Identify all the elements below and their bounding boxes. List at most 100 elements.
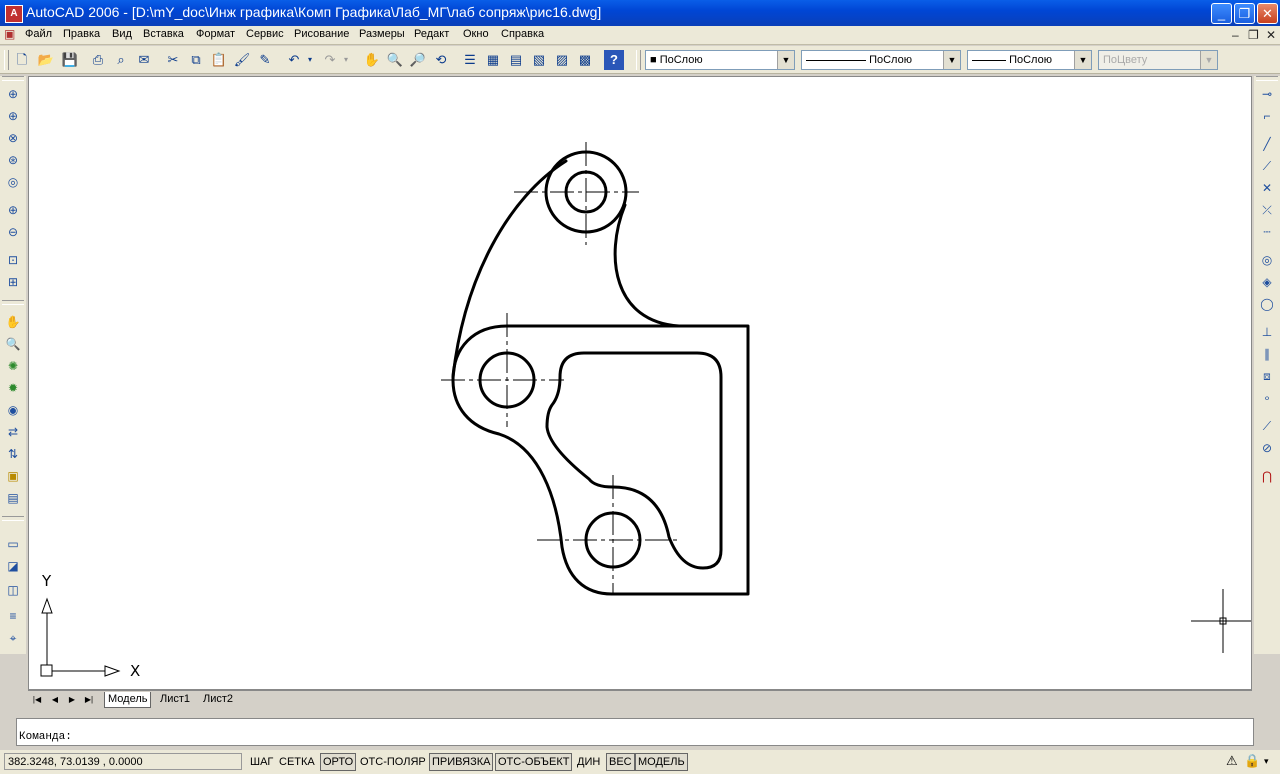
toolbar-grip[interactable]: [2, 300, 24, 305]
toolbar-grip[interactable]: [2, 76, 24, 81]
ortho-toggle[interactable]: ОРТО: [320, 753, 357, 771]
calculator-icon[interactable]: ▩: [575, 50, 595, 70]
snap-endpoint-icon[interactable]: ╱: [1257, 134, 1277, 154]
snap-perpendicular-icon[interactable]: ⊥: [1257, 322, 1277, 342]
snap-none-icon[interactable]: ⊘: [1257, 438, 1277, 458]
temp-track-point-icon[interactable]: ⊸: [1257, 84, 1277, 104]
snap-extension-icon[interactable]: ┄: [1257, 222, 1277, 242]
redo-dropdown-icon[interactable]: ▾: [341, 50, 351, 70]
3d-orbit-icon[interactable]: ✺: [3, 356, 23, 376]
cut-icon[interactable]: ✂: [163, 50, 183, 70]
chevron-down-icon[interactable]: ▼: [1074, 51, 1091, 69]
toolbar-grip[interactable]: [636, 50, 641, 70]
viewport-icon[interactable]: ▤: [3, 488, 23, 508]
open-icon[interactable]: 📂: [36, 50, 56, 70]
locate-point-icon[interactable]: ⌖: [3, 628, 23, 648]
zoom-realtime-icon[interactable]: 🔍: [3, 334, 23, 354]
status-menu-icon[interactable]: ▾: [1264, 756, 1269, 767]
menu-file[interactable]: Файл: [25, 28, 52, 40]
menu-edit[interactable]: Правка: [63, 28, 100, 40]
menu-dimension[interactable]: Размеры: [359, 28, 405, 40]
color-combo[interactable]: ■ ПоСлою ▼: [645, 50, 795, 70]
area-icon[interactable]: ◪: [3, 556, 23, 576]
redo-icon[interactable]: ↷: [320, 50, 340, 70]
toolbar-grip[interactable]: [4, 50, 9, 70]
tab-layout1[interactable]: Лист1: [157, 692, 193, 707]
zoom-window-icon[interactable]: 🔎: [408, 50, 428, 70]
chevron-down-icon[interactable]: ▼: [943, 51, 960, 69]
snap-from-icon[interactable]: ⌐: [1257, 106, 1277, 126]
tool-palettes-icon[interactable]: ▤: [506, 50, 526, 70]
last-tab-icon[interactable]: ▶|: [82, 693, 96, 706]
toolbar-grip[interactable]: [2, 516, 24, 521]
close-button[interactable]: ✕: [1257, 3, 1278, 24]
zoom-object-icon[interactable]: ◎: [3, 172, 23, 192]
doc-minimize-icon[interactable]: –: [1232, 28, 1239, 42]
snap-midpoint-icon[interactable]: ⟋: [1257, 156, 1277, 176]
undo-icon[interactable]: ↶: [284, 50, 304, 70]
toolbar-grip[interactable]: [1256, 76, 1278, 81]
properties-icon[interactable]: ☰: [460, 50, 480, 70]
undo-dropdown-icon[interactable]: ▾: [305, 50, 315, 70]
menu-insert[interactable]: Вставка: [143, 28, 184, 40]
named-views-icon[interactable]: ▣: [3, 466, 23, 486]
camera-icon[interactable]: ◉: [3, 400, 23, 420]
save-icon[interactable]: 💾: [60, 50, 80, 70]
zoom-scale-icon[interactable]: ⊗: [3, 128, 23, 148]
chevron-down-icon[interactable]: ▼: [777, 51, 794, 69]
snap-apparent-intersection-icon[interactable]: ⤫: [1257, 200, 1277, 220]
paste-icon[interactable]: 📋: [209, 50, 229, 70]
zoom-in-icon[interactable]: ⊕: [3, 200, 23, 220]
menu-view[interactable]: Вид: [112, 28, 132, 40]
next-tab-icon[interactable]: ▶: [65, 693, 79, 706]
minimize-button[interactable]: _: [1211, 3, 1232, 24]
tab-layout2[interactable]: Лист2: [200, 692, 236, 707]
autocad-app-icon[interactable]: A: [5, 5, 23, 23]
zoom-out-icon[interactable]: ⊖: [3, 222, 23, 242]
snap-toggle[interactable]: ШАГ: [247, 753, 276, 771]
view-adjust-icon[interactable]: ⇅: [3, 444, 23, 464]
snap-intersection-icon[interactable]: ✕: [1257, 178, 1277, 198]
osnap-toggle[interactable]: ПРИВЯЗКА: [429, 753, 494, 771]
menu-help[interactable]: Справка: [501, 28, 544, 40]
tab-model[interactable]: Модель: [104, 692, 152, 708]
zoom-extents-icon[interactable]: ⊞: [3, 272, 23, 292]
doc-restore-icon[interactable]: ❐: [1248, 28, 1259, 42]
drawing-canvas[interactable]: [29, 77, 1253, 691]
zoom-all-icon[interactable]: ⊡: [3, 250, 23, 270]
zoom-dynamic-icon[interactable]: ⊕: [3, 106, 23, 126]
zoom-previous-icon[interactable]: ⟲: [431, 50, 451, 70]
pan-realtime-icon[interactable]: ✋: [3, 312, 23, 332]
snap-node-icon[interactable]: ∘: [1257, 388, 1277, 408]
list-icon[interactable]: ≡: [3, 606, 23, 626]
menu-tools[interactable]: Сервис: [246, 28, 284, 40]
linetype-combo[interactable]: ПоСлою ▼: [801, 50, 961, 70]
menu-modify[interactable]: Редакт: [414, 28, 449, 40]
lineweight-combo[interactable]: ПоСлою ▼: [967, 50, 1092, 70]
plot-icon[interactable]: ⎙: [88, 50, 108, 70]
prev-tab-icon[interactable]: ◀: [48, 693, 62, 706]
model-toggle[interactable]: МОДЕЛЬ: [635, 753, 688, 771]
sheet-set-icon[interactable]: ▧: [529, 50, 549, 70]
new-icon[interactable]: 🗋: [12, 50, 32, 70]
lwt-toggle[interactable]: ВЕС: [606, 753, 635, 771]
pan-icon[interactable]: ✋: [362, 50, 382, 70]
plot-preview-icon[interactable]: ⌕: [111, 50, 131, 70]
otrack-toggle[interactable]: ОТС-ОБЪЕКТ: [495, 753, 573, 771]
block-editor-icon[interactable]: ✎: [255, 50, 275, 70]
menu-draw[interactable]: Рисование: [294, 28, 349, 40]
snap-tangent-icon[interactable]: ◯: [1257, 294, 1277, 314]
coordinates-display[interactable]: 382.3248, 73.0139 , 0.0000: [4, 753, 242, 770]
markup-icon[interactable]: ▨: [552, 50, 572, 70]
mass-properties-icon[interactable]: ◫: [3, 580, 23, 600]
grid-toggle[interactable]: СЕТКА: [276, 753, 318, 771]
document-icon[interactable]: ▣: [4, 27, 15, 41]
zoom-realtime-icon[interactable]: 🔍: [385, 50, 405, 70]
dyn-toggle[interactable]: ДИН: [574, 753, 603, 771]
snap-parallel-icon[interactable]: ∥: [1257, 344, 1277, 364]
publish-icon[interactable]: ✉: [134, 50, 154, 70]
communication-center-icon[interactable]: ⚠: [1226, 753, 1238, 769]
lock-icon[interactable]: 🔒: [1244, 753, 1260, 769]
help-icon[interactable]: ?: [604, 50, 624, 70]
ruler-icon[interactable]: ▭: [3, 534, 23, 554]
